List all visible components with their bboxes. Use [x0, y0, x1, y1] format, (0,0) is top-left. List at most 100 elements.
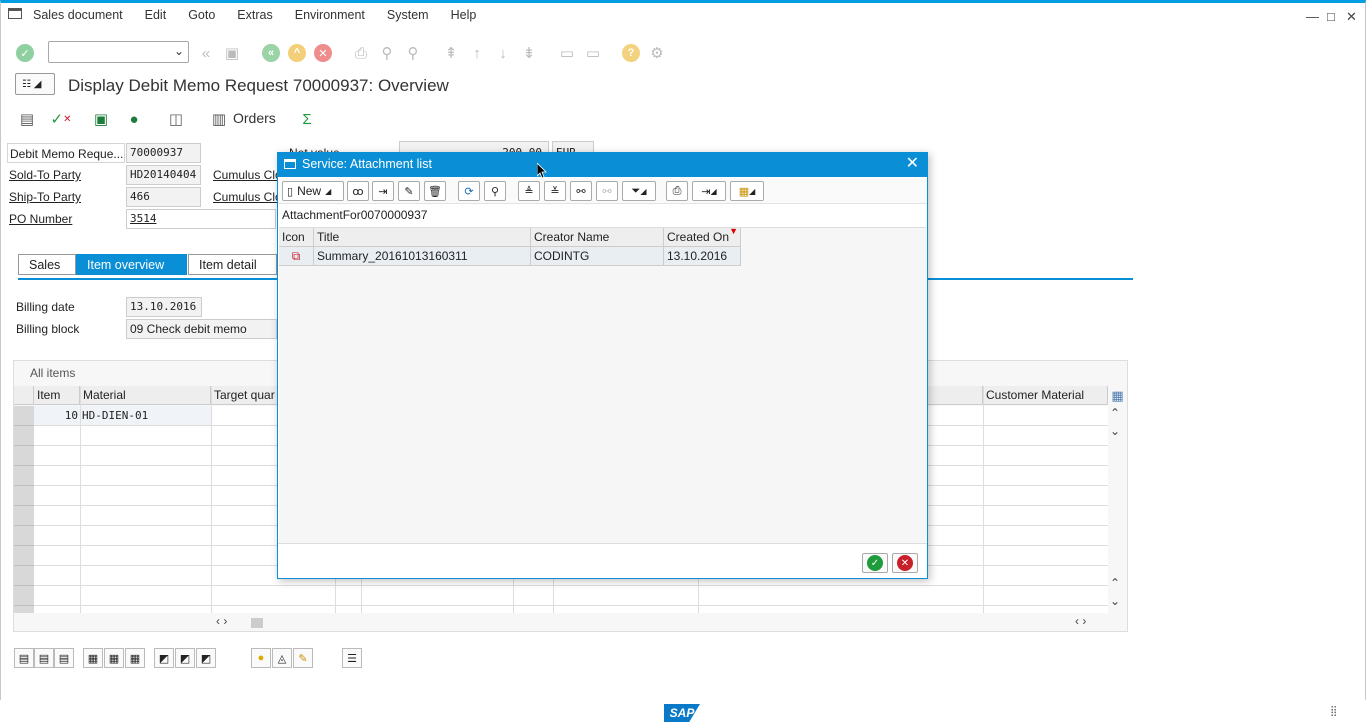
print-icon[interactable]: ⎙	[350, 42, 372, 64]
check-incompletion-icon[interactable]: ✓ ✕	[50, 108, 72, 130]
dialog-titlebar[interactable]: Service: Attachment list ✕	[278, 153, 927, 177]
horizontal-scrollbar-thumb[interactable]	[251, 618, 263, 628]
column-target-quantity[interactable]: Target quar	[211, 386, 281, 405]
item-details-icon[interactable]: ▤	[14, 648, 34, 668]
scroll-down-icon[interactable]: ⌄	[1110, 424, 1120, 438]
document-flow-icon[interactable]: ◫	[165, 108, 187, 130]
scroll-left-icon[interactable]: ‹ ›	[216, 614, 227, 628]
partner-person-icon[interactable]: ●	[123, 108, 145, 130]
conditions-icon[interactable]: ✎	[293, 648, 313, 668]
menu-sales-document[interactable]: Sales document	[33, 8, 123, 22]
column-creator-name[interactable]: Creator Name	[531, 228, 664, 247]
sold-to-party-field[interactable]: HD20140404	[126, 165, 201, 185]
cancel-icon[interactable]: ✕	[314, 44, 332, 62]
orders-button[interactable]: Orders	[233, 110, 276, 126]
edit-pencil-icon[interactable]: ✎	[398, 181, 420, 201]
column-material[interactable]: Material	[80, 386, 211, 405]
export-icon[interactable]: ⇥	[372, 181, 394, 201]
print-icon[interactable]: ⎙	[666, 181, 688, 201]
ship-to-party-field[interactable]: 466	[126, 187, 201, 207]
column-item[interactable]: Item	[34, 386, 80, 405]
menu-edit[interactable]: Edit	[145, 8, 167, 22]
next-page-icon[interactable]: ↓	[492, 42, 514, 64]
ship-to-party-label[interactable]: Ship-To Party	[7, 187, 125, 207]
delete-row-icon[interactable]: ▤	[54, 648, 74, 668]
tab-sales[interactable]: Sales	[18, 254, 76, 275]
minimize-button[interactable]: —	[1306, 9, 1319, 24]
menu-extras[interactable]: Extras	[237, 8, 272, 22]
sum-icon[interactable]: Σ	[296, 108, 318, 130]
menu-system[interactable]: System	[387, 8, 429, 22]
tab-item-overview[interactable]: Item overview	[76, 254, 187, 275]
table-settings-icon[interactable]: ▦	[1108, 386, 1127, 405]
configuration-icon[interactable]: ◬	[272, 648, 292, 668]
resize-grip-icon[interactable]: ⣿	[1330, 706, 1337, 717]
sort-descending-icon[interactable]: ≚	[544, 181, 566, 201]
save-icon[interactable]: ▣	[221, 42, 243, 64]
select-block-icon[interactable]: ▦	[104, 648, 124, 668]
billing-date-field[interactable]: 13.10.2016	[126, 297, 202, 317]
ship-to-name-link[interactable]: Cumulus Clo	[211, 187, 277, 207]
new-session-icon[interactable]: ▭	[556, 42, 578, 64]
display-glasses-icon[interactable]: ꝏ	[347, 181, 369, 201]
structure-icon[interactable]: ◩	[154, 648, 174, 668]
pdf-document-icon[interactable]: ⧉	[279, 247, 314, 266]
sold-to-party-label[interactable]: Sold-To Party	[7, 165, 125, 185]
table-row-material[interactable]: HD-DIEN-01	[81, 406, 211, 425]
settings-gear-icon[interactable]: ⚙	[646, 42, 668, 64]
back-history-icon[interactable]: «	[195, 42, 217, 64]
dialog-close-icon[interactable]: ✕	[906, 153, 919, 175]
chart-icon[interactable]: ◩	[196, 648, 216, 668]
first-page-icon[interactable]: ⇞	[440, 42, 462, 64]
column-created-on[interactable]: Created On ▼	[664, 226, 741, 247]
close-window-button[interactable]: ✕	[1346, 9, 1357, 25]
find-next-icon[interactable]: ⚲	[402, 42, 424, 64]
row-selectors[interactable]	[14, 406, 34, 613]
scroll-down-end-icon[interactable]: ⌄	[1110, 594, 1120, 608]
new-button[interactable]: ▯ New ◢	[282, 181, 344, 201]
window-menu-icon[interactable]	[8, 8, 22, 19]
find-binoculars-icon[interactable]: ⚯	[570, 181, 592, 201]
exit-icon[interactable]: ^	[288, 44, 306, 62]
item-list-icon[interactable]: ☰	[342, 648, 362, 668]
tab-item-detail[interactable]: Item detail	[188, 254, 277, 275]
shortcut-icon[interactable]: ▭	[582, 42, 604, 64]
sort-ascending-icon[interactable]: ≜	[518, 181, 540, 201]
table-row-item[interactable]: 10	[34, 406, 80, 425]
display-header-icon[interactable]: ▣	[90, 108, 112, 130]
column-icon[interactable]: Icon	[279, 228, 314, 247]
previous-page-icon[interactable]: ↑	[466, 42, 488, 64]
find-next-binoculars-icon[interactable]: ⚯	[596, 181, 618, 201]
find-icon[interactable]: ⚲	[376, 42, 398, 64]
delete-trash-icon[interactable]: 🗑	[424, 181, 446, 201]
attachment-date-cell[interactable]: 13.10.2016	[664, 247, 741, 266]
command-field[interactable]: ⌄	[48, 41, 189, 63]
attachment-title-cell[interactable]: Summary_20161013160311	[314, 247, 531, 266]
price-icon[interactable]: ●	[251, 648, 271, 668]
menu-environment[interactable]: Environment	[295, 8, 365, 22]
cancel-button[interactable]: ✕	[892, 553, 918, 573]
display-document-icon[interactable]: ▤	[16, 108, 38, 130]
hierarchy-icon[interactable]: ◩	[175, 648, 195, 668]
scroll-up-icon[interactable]: ⌃	[1110, 406, 1120, 420]
last-page-icon[interactable]: ⇟	[518, 42, 540, 64]
deselect-all-icon[interactable]: ▦	[125, 648, 145, 668]
attachment-creator-cell[interactable]: CODINTG	[531, 247, 664, 266]
menu-help[interactable]: Help	[451, 8, 477, 22]
refresh-icon[interactable]: ⟳	[458, 181, 480, 201]
layout-icon[interactable]: ▦ ◢	[730, 181, 764, 201]
export-list-icon[interactable]: ⇥ ◢	[692, 181, 726, 201]
column-title[interactable]: Title	[314, 228, 531, 247]
column-customer-material[interactable]: Customer Material	[983, 386, 1108, 405]
zoom-icon[interactable]: ⚲	[484, 181, 506, 201]
back-icon[interactable]: «	[262, 44, 280, 62]
sold-to-name-link[interactable]: Cumulus Clo	[211, 165, 277, 185]
row-selector-header[interactable]	[14, 386, 34, 405]
debit-memo-field[interactable]: 70000937	[126, 143, 201, 163]
enter-icon[interactable]: ✓	[16, 44, 34, 62]
billing-block-field[interactable]: 09 Check debit memo	[126, 319, 277, 339]
menu-button[interactable]: ☷ ◢	[15, 73, 55, 95]
po-number-field[interactable]: 3514	[126, 209, 276, 229]
scroll-up-end-icon[interactable]: ⌃	[1110, 576, 1120, 590]
select-all-icon[interactable]: ▦	[83, 648, 103, 668]
